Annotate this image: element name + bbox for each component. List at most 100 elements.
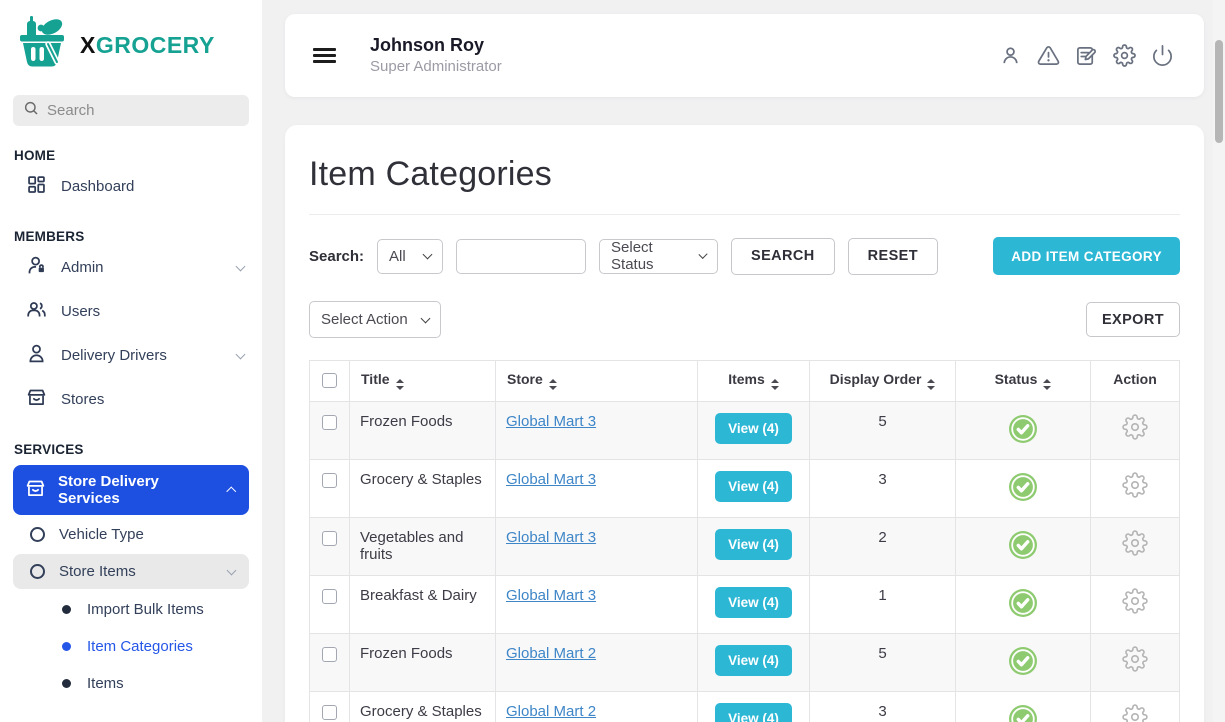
status-active-icon[interactable]	[1008, 530, 1038, 564]
column-header-title[interactable]: Title	[350, 361, 496, 402]
store-link[interactable]: Global Mart 3	[506, 471, 596, 488]
sidebar-item-vehicle-type[interactable]: Vehicle Type	[0, 517, 262, 552]
logo-x: X	[80, 32, 96, 58]
action-cell	[1091, 518, 1180, 576]
row-checkbox[interactable]	[322, 473, 337, 488]
reset-button[interactable]: RESET	[848, 238, 938, 275]
column-header-store[interactable]: Store	[496, 361, 698, 402]
status-filter-select[interactable]: Select Status	[599, 239, 718, 274]
bullet-icon	[62, 605, 71, 614]
form-edit-icon[interactable]	[1075, 44, 1098, 67]
search-button[interactable]: SEARCH	[731, 238, 835, 275]
bulk-action-select[interactable]: Select Action	[309, 301, 441, 338]
circle-icon	[30, 564, 45, 579]
sidebar-item-dashboard[interactable]: Dashboard	[0, 166, 262, 207]
app-logo[interactable]: XGROCERY	[0, 0, 262, 83]
search-text-input[interactable]	[456, 239, 586, 274]
column-label: Title	[361, 371, 390, 387]
action-cell	[1091, 460, 1180, 518]
sidebar-item-delivery-drivers[interactable]: Delivery Drivers	[0, 335, 262, 376]
row-checkbox[interactable]	[322, 415, 337, 430]
status-active-icon[interactable]	[1008, 414, 1038, 448]
title-cell: Frozen Foods	[350, 402, 496, 460]
export-button[interactable]: EXPORT	[1086, 302, 1180, 337]
sidebar-item-store-items[interactable]: Store Items	[13, 554, 249, 589]
store-link[interactable]: Global Mart 3	[506, 529, 596, 546]
section-services: SERVICES	[14, 442, 248, 457]
bullet-icon	[62, 679, 71, 688]
action-cell	[1091, 692, 1180, 722]
status-active-icon[interactable]	[1008, 588, 1038, 622]
bullet-icon	[62, 642, 71, 651]
row-checkbox[interactable]	[322, 705, 337, 720]
sidebar: XGROCERY HOME Dashboard MEMBERS Admin Us…	[0, 0, 262, 722]
column-label: Action	[1113, 371, 1157, 387]
status-active-icon[interactable]	[1008, 704, 1038, 722]
sidebar-item-users[interactable]: Users	[0, 291, 262, 332]
column-label: Items	[728, 371, 765, 387]
row-checkbox[interactable]	[322, 589, 337, 604]
sidebar-item-label: Item Categories	[87, 638, 193, 655]
row-checkbox[interactable]	[322, 647, 337, 662]
row-settings-gear-icon[interactable]	[1122, 646, 1148, 676]
profile-icon[interactable]	[999, 44, 1022, 67]
alert-icon[interactable]	[1037, 44, 1060, 67]
store-link[interactable]: Global Mart 2	[506, 703, 596, 720]
row-settings-gear-icon[interactable]	[1122, 704, 1148, 722]
view-items-button[interactable]: View (4)	[715, 529, 792, 560]
items-cell: View (4)	[698, 518, 810, 576]
table-row: Grocery & StaplesGlobal Mart 2View (4)3	[310, 692, 1180, 722]
sidebar-item-stores[interactable]: Stores	[0, 379, 262, 420]
sidebar-item-item-categories[interactable]: Item Categories	[0, 628, 262, 665]
row-settings-gear-icon[interactable]	[1122, 414, 1148, 444]
column-header-display-order[interactable]: Display Order	[810, 361, 956, 402]
action-row: Select Action EXPORT	[309, 301, 1180, 338]
page-scrollbar-track[interactable]	[1213, 0, 1225, 722]
sidebar-item-label: Import Bulk Items	[87, 601, 204, 618]
display-order-cell: 3	[810, 460, 956, 518]
title-cell: Frozen Foods	[350, 634, 496, 692]
row-settings-gear-icon[interactable]	[1122, 588, 1148, 618]
store-link[interactable]: Global Mart 2	[506, 645, 596, 662]
sidebar-search[interactable]	[13, 95, 249, 126]
sidebar-item-label: Store Delivery Services	[58, 473, 216, 507]
row-checkbox[interactable]	[322, 531, 337, 546]
chevron-down-icon	[698, 250, 707, 259]
sidebar-item-import-bulk-items[interactable]: Import Bulk Items	[0, 591, 262, 628]
page-scrollbar-thumb[interactable]	[1215, 40, 1223, 143]
field-filter-select[interactable]: All	[377, 239, 443, 274]
row-settings-gear-icon[interactable]	[1122, 472, 1148, 502]
column-header-action: Action	[1091, 361, 1180, 402]
status-active-icon[interactable]	[1008, 472, 1038, 506]
view-items-button[interactable]: View (4)	[715, 471, 792, 502]
table-row: Breakfast & DairyGlobal Mart 3View (4)1	[310, 576, 1180, 634]
view-items-button[interactable]: View (4)	[715, 413, 792, 444]
hamburger-menu-icon[interactable]	[313, 45, 336, 66]
sidebar-item-store-delivery-services[interactable]: Store Delivery Services	[13, 465, 249, 515]
settings-icon[interactable]	[1113, 44, 1136, 67]
sidebar-search-input[interactable]	[47, 102, 239, 119]
logout-power-icon[interactable]	[1151, 44, 1174, 67]
store-icon	[26, 387, 47, 412]
sidebar-item-items[interactable]: Items	[0, 665, 262, 702]
row-settings-gear-icon[interactable]	[1122, 530, 1148, 560]
sidebar-item-label: Items	[87, 675, 124, 692]
sidebar-item-label: Vehicle Type	[59, 526, 144, 543]
status-active-icon[interactable]	[1008, 646, 1038, 680]
add-item-category-button[interactable]: ADD ITEM CATEGORY	[993, 237, 1180, 275]
view-items-button[interactable]: View (4)	[715, 645, 792, 676]
table-body: Frozen FoodsGlobal Mart 3View (4)5Grocer…	[310, 402, 1180, 722]
column-header-items[interactable]: Items	[698, 361, 810, 402]
view-items-button[interactable]: View (4)	[715, 703, 792, 722]
select-all-checkbox[interactable]	[322, 373, 337, 388]
admin-icon	[26, 255, 47, 280]
store-link[interactable]: Global Mart 3	[506, 587, 596, 604]
store-link[interactable]: Global Mart 3	[506, 413, 596, 430]
user-info: Johnson Roy Super Administrator	[370, 34, 502, 77]
store-cell: Global Mart 3	[496, 460, 698, 518]
sidebar-item-label: Dashboard	[61, 178, 134, 195]
column-header-status[interactable]: Status	[956, 361, 1091, 402]
logo-text: XGROCERY	[80, 32, 215, 59]
view-items-button[interactable]: View (4)	[715, 587, 792, 618]
sidebar-item-admin[interactable]: Admin	[0, 247, 262, 288]
